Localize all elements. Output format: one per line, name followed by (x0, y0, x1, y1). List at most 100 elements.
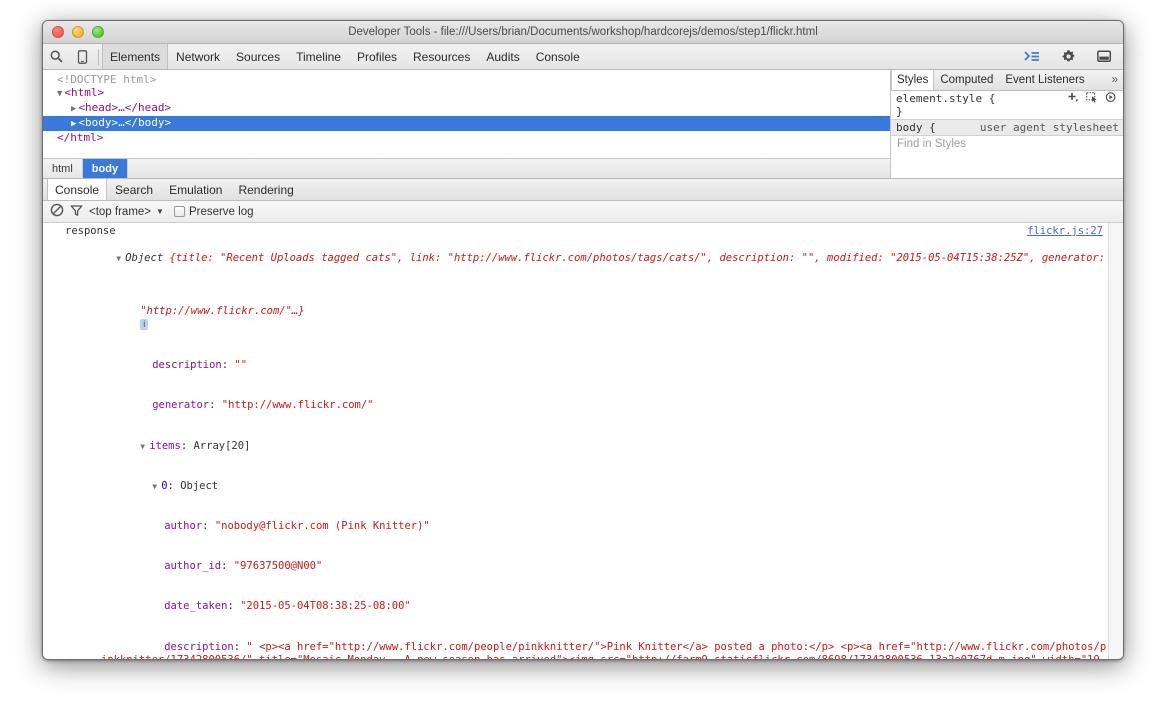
prop-key: generator (152, 399, 209, 411)
clear-console-icon[interactable] (50, 203, 64, 220)
tab-console[interactable]: Console (528, 44, 588, 69)
tab-elements[interactable]: Elements (102, 44, 168, 69)
tab-timeline[interactable]: Timeline (288, 44, 349, 69)
new-style-rule-icon[interactable] (1067, 92, 1079, 106)
drawer-tab-emulation[interactable]: Emulation (161, 179, 230, 200)
body-user-agent-rule[interactable]: body { user agent stylesheet (891, 119, 1123, 136)
chevron-down-icon[interactable] (140, 440, 149, 453)
console-object-header[interactable]: Object {title: "Recent Uploads tagged ca… (43, 238, 1107, 292)
search-icon[interactable] (43, 45, 69, 69)
dom-node-body[interactable]: <body>…</body> (43, 116, 890, 131)
tab-network[interactable]: Network (168, 44, 228, 69)
chevron-right-icon[interactable] (71, 119, 76, 129)
tab-profiles[interactable]: Profiles (349, 44, 405, 69)
prop-key: description (152, 359, 222, 371)
dom-node-text: <!DOCTYPE html> (57, 73, 156, 86)
prop-value: " <p><a href="http://www.flickr.com/peop… (101, 641, 1106, 659)
prop-value: "http://www.flickr.com/" (222, 399, 374, 411)
dom-node-html-close[interactable]: </html> (49, 131, 890, 144)
info-badge[interactable]: i (140, 319, 148, 330)
frame-selector[interactable]: <top frame> ▼ (89, 206, 164, 218)
toggle-all-icon[interactable] (1105, 92, 1117, 106)
toolbar-right-icons (1019, 45, 1123, 69)
console-drawer-icon[interactable] (1019, 45, 1045, 69)
device-mode-icon[interactable] (69, 45, 95, 69)
drawer: Console Search Emulation Rendering <top … (43, 179, 1123, 659)
devtools-toolbar: Elements Network Sources Timeline Profil… (43, 44, 1123, 70)
console-label-response: response (43, 225, 1107, 238)
body-rule-selector: body { (896, 121, 936, 134)
console-source-link[interactable]: flickr.js:27 (1027, 225, 1103, 238)
tab-computed[interactable]: Computed (934, 70, 999, 90)
dom-tree: <!DOCTYPE html> <html> <head>…</head> <b… (43, 70, 890, 158)
chevron-right-icon[interactable] (71, 104, 76, 114)
dock-side-icon[interactable] (1091, 45, 1117, 69)
window-controls (52, 26, 104, 38)
console-toolbar: <top frame> ▼ Preserve log (43, 201, 1123, 223)
body-rule-origin: user agent stylesheet (980, 121, 1119, 134)
element-style-selector: element.style { (896, 92, 995, 105)
gear-icon[interactable] (1055, 45, 1081, 69)
preserve-log-checkbox[interactable] (174, 206, 185, 217)
console-prop-author-id: author_id: "97637500@N00" (43, 547, 1107, 587)
styles-panel: Styles Computed Event Listeners » elemen… (891, 70, 1123, 178)
console-object-header-cont: "http://www.flickr.com/"…} i (43, 292, 1107, 346)
console-prop-description-top: description: "" (43, 346, 1107, 386)
dom-node-head[interactable]: <head>…</head> (49, 101, 890, 116)
close-window-button[interactable] (52, 26, 64, 38)
elements-and-styles: <!DOCTYPE html> <html> <head>…</head> <b… (43, 70, 1123, 179)
drawer-tab-search[interactable]: Search (107, 179, 161, 200)
prop-value: "" (234, 359, 247, 371)
tab-sources[interactable]: Sources (228, 44, 288, 69)
find-in-styles-input[interactable]: Find in Styles (891, 136, 1123, 153)
breadcrumb-item-body[interactable]: body (83, 159, 128, 178)
maximize-window-button[interactable] (92, 26, 104, 38)
element-style-rule[interactable]: element.style { (891, 91, 1123, 119)
element-style-close: } (896, 105, 1119, 118)
console-prop-items[interactable]: items: Array[20] (43, 426, 1107, 466)
drawer-tabs: Console Search Emulation Rendering (43, 179, 1123, 201)
drawer-tab-console[interactable]: Console (47, 179, 107, 200)
dom-node-html[interactable]: <html> (49, 86, 890, 101)
tab-styles[interactable]: Styles (891, 70, 934, 90)
chevron-down-icon[interactable] (57, 89, 62, 99)
prop-value: "97637500@N00" (234, 560, 323, 572)
breadcrumb: html body (43, 158, 890, 178)
chevron-down-icon[interactable] (152, 480, 161, 493)
prop-value: Array[20] (193, 440, 250, 452)
tab-audits[interactable]: Audits (478, 44, 527, 69)
filter-icon[interactable] (70, 204, 83, 220)
console-output[interactable]: response Object {title: "Recent Uploads … (43, 223, 1123, 659)
prop-key: author_id (164, 560, 221, 572)
breadcrumb-item-html[interactable]: html (43, 159, 83, 178)
dom-node-text: <html> (64, 86, 104, 99)
object-prefix: Object (125, 252, 169, 264)
minimize-window-button[interactable] (72, 26, 84, 38)
toolbar-divider (98, 49, 99, 65)
dom-node-text: </html> (57, 131, 103, 144)
dom-node-text: <body>…</body> (78, 116, 171, 129)
style-rule-actions (1067, 92, 1117, 106)
elements-panel: <!DOCTYPE html> <html> <head>…</head> <b… (43, 70, 891, 178)
console-prop-item-0[interactable]: 0: Object (43, 466, 1107, 506)
prop-key: items (149, 440, 181, 452)
console-messages: response Object {title: "Recent Uploads … (43, 225, 1123, 659)
console-prop-generator: generator: "http://www.flickr.com/" (43, 386, 1107, 426)
tab-event-listeners[interactable]: Event Listeners (999, 70, 1090, 90)
element-state-icon[interactable] (1086, 92, 1098, 106)
drawer-tab-rendering[interactable]: Rendering (230, 179, 301, 200)
console-prop-date-taken: date_taken: "2015-05-04T08:38:25-08:00" (43, 587, 1107, 627)
chevron-down-icon: ▼ (156, 207, 164, 216)
prop-value: "nobody@flickr.com (Pink Knitter)" (215, 520, 430, 532)
dom-node-doctype[interactable]: <!DOCTYPE html> (49, 73, 890, 86)
frame-selector-value: <top frame> (89, 206, 151, 218)
panel-tabs: Elements Network Sources Timeline Profil… (102, 44, 588, 69)
preserve-log-toggle[interactable]: Preserve log (174, 206, 254, 218)
object-preview: {title: "Recent Uploads tagged cats", li… (169, 252, 1105, 264)
prop-key: description (164, 641, 234, 653)
more-tabs-icon[interactable]: » (1107, 70, 1123, 90)
chevron-down-icon[interactable] (116, 252, 125, 265)
tab-resources[interactable]: Resources (405, 44, 478, 69)
console-scrollbar[interactable] (1108, 223, 1123, 659)
preserve-log-label: Preserve log (189, 206, 254, 218)
